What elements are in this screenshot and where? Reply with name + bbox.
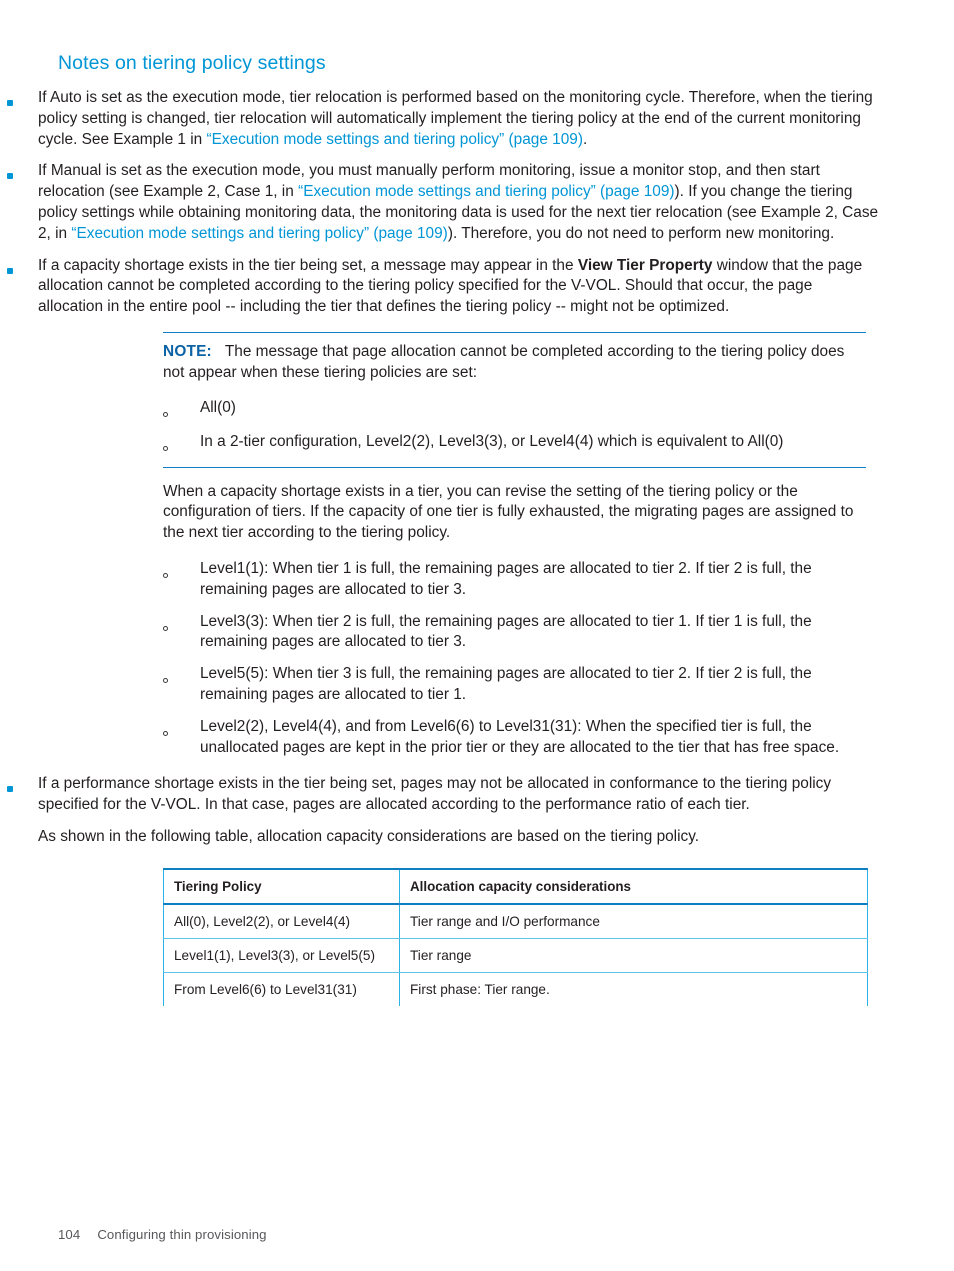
level-item-text: Level5(5): When tier 3 is full, the rema… [200, 665, 812, 703]
square-bullet-icon [0, 88, 38, 111]
list-item-body: In a 2-tier configuration, Level2(2), Le… [200, 432, 866, 453]
square-bullet-icon [0, 774, 38, 797]
level-item-text: Level2(2), Level4(4), and from Level6(6)… [200, 717, 840, 756]
list-item: All(0) [163, 398, 866, 422]
note-label: NOTE: [163, 342, 212, 360]
paragraph: If Manual is set as the execution mode, … [38, 161, 880, 244]
table-cell-consideration: Tier range [399, 938, 868, 973]
list-item-body: If Auto is set as the execution mode, ti… [38, 88, 954, 150]
circle-bullet-icon [163, 559, 200, 583]
list-item: If a performance shortage exists in the … [0, 774, 954, 847]
footer-page-number: 104 [58, 1227, 81, 1242]
note-item-text: All(0) [200, 398, 236, 416]
list-item-body: Level1(1): When tier 1 is full, the rema… [200, 559, 868, 601]
column-header-allocation-capacity: Allocation capacity considerations [399, 868, 868, 905]
page-title: Notes on tiering policy settings [58, 52, 326, 74]
bullet-capacity-text-1: If a capacity shortage exists in the tie… [38, 256, 578, 274]
cross-reference-link[interactable]: “Execution mode settings and tiering pol… [207, 131, 583, 148]
level-item-text: Level1(1): When tier 1 is full, the rema… [200, 559, 812, 598]
table-cell-consideration: Tier range and I/O performance [399, 903, 868, 939]
note-item-text: In a 2-tier configuration, Level2(2), Le… [200, 432, 784, 450]
circle-bullet-icon [163, 432, 200, 456]
table-header-row: Tiering Policy Allocation capacity consi… [163, 868, 868, 905]
bullet-manual-text-3: ). Therefore, you do not need to perform… [447, 224, 835, 242]
list-item: Level3(3): When tier 2 is full, the rema… [163, 612, 868, 654]
table-cell-policy: From Level6(6) to Level31(31) [163, 972, 400, 1006]
cross-reference-link[interactable]: “Execution mode settings and tiering pol… [71, 225, 447, 242]
footer-chapter-title: Configuring thin provisioning [97, 1227, 267, 1242]
circle-bullet-icon [163, 664, 200, 688]
list-item-body: All(0) [200, 398, 866, 419]
list-item-body: If a performance shortage exists in the … [38, 774, 954, 847]
list-item: If Manual is set as the execution mode, … [0, 161, 954, 244]
circle-bullet-icon [163, 398, 200, 422]
table-cell-policy: Level1(1), Level3(3), or Level5(5) [163, 938, 400, 973]
list-item: In a 2-tier configuration, Level2(2), Le… [163, 432, 866, 456]
list-item-body: Level5(5): When tier 3 is full, the rema… [200, 664, 868, 706]
circle-bullet-icon [163, 717, 200, 741]
table-container: Tiering Policy Allocation capacity consi… [163, 867, 868, 1006]
list-item-body: If a capacity shortage exists in the tie… [38, 256, 954, 318]
note-callout: NOTE: The message that page allocation ca… [163, 331, 866, 468]
bullet-auto-text-2: . [582, 130, 588, 148]
cross-reference-link[interactable]: “Execution mode settings and tiering pol… [298, 183, 674, 200]
list-item-body: Level3(3): When tier 2 is full, the rema… [200, 612, 868, 654]
paragraph: When a capacity shortage exists in a tie… [163, 482, 854, 542]
page-content: If Auto is set as the execution mode, ti… [0, 88, 954, 1006]
table-cell-policy: All(0), Level2(2), or Level4(4) [163, 903, 400, 939]
view-tier-property-emphasis: View Tier Property [577, 256, 713, 274]
column-header-tiering-policy: Tiering Policy [163, 868, 400, 905]
square-bullet-icon [0, 256, 38, 279]
list-item: Level5(5): When tier 3 is full, the rema… [163, 664, 868, 706]
list-item: If Auto is set as the execution mode, ti… [0, 88, 954, 150]
list-item: Level2(2), Level4(4), and from Level6(6)… [163, 717, 868, 759]
list-item: Level1(1): When tier 1 is full, the rema… [163, 559, 868, 601]
list-item-body: Level2(2), Level4(4), and from Level6(6)… [200, 717, 868, 759]
paragraph: If a capacity shortage exists in the tie… [38, 256, 880, 318]
list-item-body: If Manual is set as the execution mode, … [38, 161, 954, 244]
table-row: All(0), Level2(2), or Level4(4) Tier ran… [163, 903, 868, 939]
circle-bullet-icon [163, 612, 200, 636]
square-bullet-icon [0, 161, 38, 184]
paragraph: If Auto is set as the execution mode, ti… [38, 88, 880, 150]
table-cell-consideration: First phase: Tier range. [399, 972, 868, 1006]
page-footer: 104 Configuring thin provisioning [58, 1227, 267, 1242]
list-item: If a capacity shortage exists in the tie… [0, 256, 954, 318]
table-row: From Level6(6) to Level31(31) First phas… [163, 972, 868, 1006]
table-row: Level1(1), Level3(3), or Level5(5) Tier … [163, 938, 868, 973]
note-body-text: The message that page allocation cannot … [163, 342, 845, 381]
document-page: Notes on tiering policy settings If Auto… [0, 0, 954, 1271]
note-paragraph: NOTE: The message that page allocation ca… [163, 342, 866, 384]
tiering-policy-table: Tiering Policy Allocation capacity consi… [163, 867, 868, 1006]
level-list: Level1(1): When tier 1 is full, the rema… [163, 559, 868, 758]
capacity-paragraph-block: When a capacity shortage exists in a tie… [163, 482, 866, 544]
paragraph: If a performance shortage exists in the … [38, 775, 832, 814]
paragraph: As shown in the following table, allocat… [38, 827, 700, 845]
level-item-text: Level3(3): When tier 2 is full, the rema… [200, 612, 812, 651]
